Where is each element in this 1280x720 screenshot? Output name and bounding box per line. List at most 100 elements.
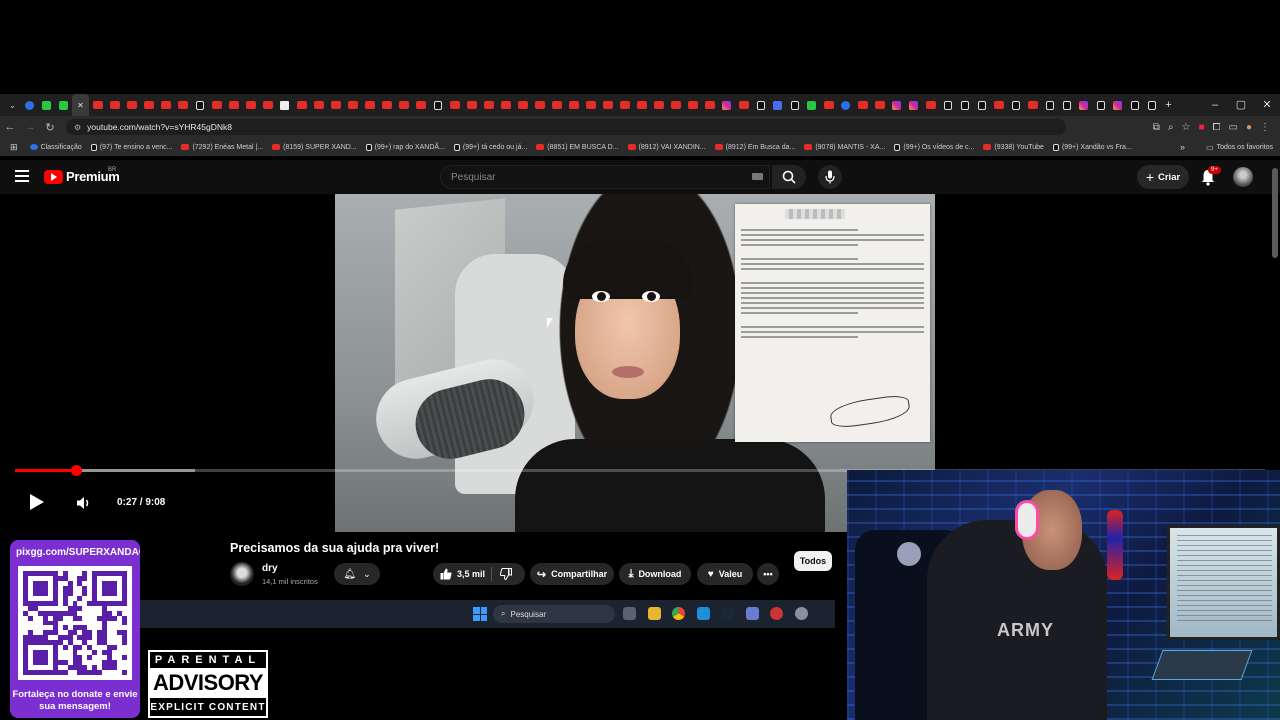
file-explorer-icon[interactable] [648,607,661,620]
browser-tab[interactable] [327,94,344,116]
page-scrollbar[interactable] [1272,168,1278,258]
app-icon[interactable] [746,607,759,620]
browser-tab[interactable] [684,94,701,116]
sidebar-icon[interactable]: ▭ [1229,122,1238,133]
browser-tab[interactable] [293,94,310,116]
browser-tab[interactable] [395,94,412,116]
bookmark-item[interactable]: (99+) Os vídeos de c... [894,143,974,151]
browser-tab[interactable] [837,94,854,116]
volume-icon[interactable] [76,496,92,510]
browser-tab[interactable] [1058,94,1075,116]
browser-tab[interactable] [242,94,259,116]
browser-tab[interactable] [123,94,140,116]
browser-tab[interactable] [1075,94,1092,116]
search-button[interactable] [772,165,806,189]
back-icon[interactable]: ← [0,121,20,133]
browser-tab[interactable] [310,94,327,116]
browser-tab[interactable] [361,94,378,116]
filter-chip-all[interactable]: Todos [794,551,832,571]
task-view-icon[interactable] [623,607,636,620]
browser-tab[interactable] [259,94,276,116]
browser-tab[interactable] [752,94,769,116]
extensions-icon[interactable]: ⧠ [1213,122,1221,133]
browser-tab[interactable] [786,94,803,116]
youtube-logo-icon[interactable] [44,170,63,184]
browser-tab[interactable] [769,94,786,116]
browser-tab[interactable] [140,94,157,116]
zoom-icon[interactable]: ⌕ [1168,122,1174,133]
browser-tab[interactable] [174,94,191,116]
browser-tab[interactable] [38,94,55,116]
browser-tab[interactable] [55,94,72,116]
chrome-icon[interactable] [672,607,685,620]
address-bar[interactable]: ⚙ youtube.com/watch?v=sYHR45gDNk8 [66,119,1066,135]
menu-icon[interactable]: ⋮ [1260,122,1270,133]
maximize-button[interactable]: ▢ [1228,94,1254,116]
browser-tab[interactable] [531,94,548,116]
browser-tab[interactable] [922,94,939,116]
browser-tab[interactable] [480,94,497,116]
browser-tab[interactable] [106,94,123,116]
steam-icon[interactable] [721,607,734,620]
app-icon[interactable] [697,607,710,620]
like-button[interactable]: 3,5 mil [440,568,485,580]
thanks-button[interactable]: ♥ Valeu [697,563,753,585]
browser-tab[interactable] [633,94,650,116]
subscribed-button[interactable]: 🔔︎ ⌄ [334,563,380,585]
browser-tab[interactable] [667,94,684,116]
browser-tab[interactable] [497,94,514,116]
share-button[interactable]: ↪ Compartilhar [530,563,614,585]
browser-tab[interactable] [718,94,735,116]
bookmark-item[interactable]: (9078) MANTIS - XA... [804,144,885,151]
more-actions-button[interactable]: ••• [757,563,779,585]
settings-icon[interactable] [795,607,808,620]
bookmark-item[interactable]: (99+) Xandão vs Fra... [1052,143,1132,151]
browser-tab-active[interactable]: ✕ [72,94,89,116]
extension-icon[interactable]: ■ [1198,122,1204,133]
browser-tab[interactable] [1143,94,1160,116]
browser-tab[interactable] [599,94,616,116]
browser-tab[interactable] [157,94,174,116]
windows-start-icon[interactable] [473,607,487,621]
download-button[interactable]: ⤓ Download [619,563,691,585]
browser-tab[interactable] [463,94,480,116]
browser-tab[interactable] [973,94,990,116]
browser-tab[interactable] [939,94,956,116]
channel-name[interactable]: dry [262,563,278,574]
bookmark-item[interactable]: (99+) rap do XANDÃ... [365,143,445,151]
bookmark-item[interactable]: (7292) Enéas Metal |... [181,144,263,151]
video-player[interactable] [335,194,935,532]
bookmark-item[interactable]: (9338) YouTube [983,144,1044,151]
keyboard-icon[interactable] [752,173,763,180]
browser-tab[interactable] [582,94,599,116]
browser-tab[interactable] [1041,94,1058,116]
dislike-button[interactable] [499,567,514,581]
apps-grid-icon[interactable]: ⊞ [10,142,18,153]
browser-tab[interactable] [888,94,905,116]
browser-tab[interactable] [956,94,973,116]
close-icon[interactable]: ✕ [77,101,84,110]
bookmark-item[interactable]: Classificação [29,144,82,151]
taskbar-search-input[interactable]: ⌕ Pesquisar [493,605,615,623]
browser-tab[interactable] [1109,94,1126,116]
browser-tab[interactable] [1126,94,1143,116]
browser-tab[interactable] [871,94,888,116]
browser-tab[interactable] [446,94,463,116]
all-favorites-link[interactable]: ▭ Todos os favoritos [1206,143,1273,152]
browser-tab[interactable] [548,94,565,116]
profile-icon[interactable]: ● [1246,122,1252,133]
browser-tab[interactable] [378,94,395,116]
channel-avatar[interactable] [230,562,254,586]
browser-tab[interactable] [412,94,429,116]
browser-tab[interactable] [565,94,582,116]
browser-tab[interactable] [429,94,446,116]
search-input[interactable]: Pesquisar [440,165,770,189]
browser-tab[interactable] [344,94,361,116]
bookmark-item[interactable]: (8159) SUPER XAND... [272,144,357,151]
browser-tab[interactable] [735,94,752,116]
browser-tab[interactable] [1007,94,1024,116]
bookmark-item[interactable]: (99+) tá cedo ou já... [453,143,527,151]
create-button[interactable]: + Criar [1137,165,1189,189]
browser-tab[interactable] [514,94,531,116]
new-tab-button[interactable]: + [1160,94,1177,116]
